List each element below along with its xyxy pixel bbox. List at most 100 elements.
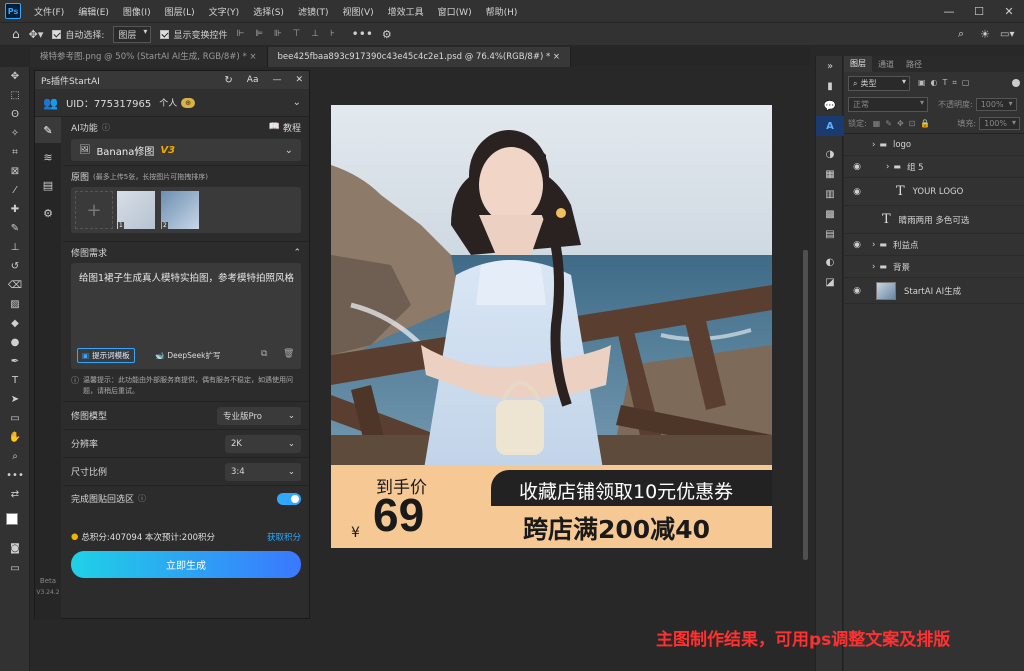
layer-row[interactable]: › ▬ logo (844, 134, 1024, 156)
screen-mode-icon[interactable]: ▭ (0, 559, 30, 578)
generate-button[interactable]: 立即生成 (71, 551, 301, 578)
edit-brush-icon[interactable]: ✎ (35, 117, 61, 143)
expand-chevron-icon[interactable]: › (872, 140, 875, 150)
shape-tool-icon[interactable]: ▭ (0, 409, 30, 428)
lasso-tool-icon[interactable]: ʘ (0, 105, 30, 124)
source-thumbnail-1[interactable]: 1 (117, 191, 155, 229)
swap-colors-icon[interactable]: ⇄ (0, 485, 30, 504)
move-tool-icon[interactable]: ✥▾ (29, 28, 44, 41)
visibility-eye-icon[interactable]: ◉ (848, 187, 866, 197)
prompt-template-button[interactable]: ▣ 提示词模板 (77, 348, 135, 363)
zoom-tool-icon[interactable]: ⌕ (0, 447, 30, 466)
menu-item[interactable]: 窗口(W) (431, 5, 479, 18)
layer-row[interactable]: › ▬ 背景 (844, 256, 1024, 278)
model-dropdown[interactable]: 专业版Pro ⌄ (217, 406, 301, 425)
info-icon[interactable]: ⓘ (102, 122, 110, 133)
startai-icon[interactable]: A (816, 116, 844, 136)
quick-mask-icon[interactable]: ◙ (0, 539, 30, 558)
marquee-tool-icon[interactable]: ⬚ (0, 86, 30, 105)
lock-icons[interactable]: ▦✎✥⊡🔒 (873, 119, 936, 128)
ratio-dropdown[interactable]: 3:4 ⌄ (225, 462, 301, 481)
menu-item[interactable]: 增效工具 (381, 5, 431, 18)
menu-item[interactable]: 编辑(E) (71, 5, 116, 18)
fill-input[interactable]: 100% (979, 117, 1020, 130)
visibility-eye-icon[interactable]: ◉ (848, 286, 866, 296)
deepseek-expand-button[interactable]: 🐋 DeepSeek扩写 (151, 348, 224, 363)
close-window-button[interactable]: ✕ (994, 0, 1024, 22)
resolution-dropdown[interactable]: 2K ⌄ (225, 434, 301, 453)
visibility-eye-icon[interactable]: ◉ (848, 240, 866, 250)
layer-row[interactable]: ◉ T YOUR LOGO (844, 178, 1024, 206)
show-transform-checkbox[interactable]: 显示变换控件 (160, 28, 227, 41)
discover-icon[interactable]: ☀ (980, 28, 990, 41)
color-swatches[interactable] (6, 513, 26, 535)
properties-icon[interactable]: ◐ (816, 252, 844, 272)
dodge-tool-icon[interactable]: ● (0, 333, 30, 352)
more-options-icon[interactable]: ••• (352, 27, 373, 41)
history-brush-icon[interactable]: ↺ (0, 257, 30, 276)
minimize-button[interactable]: — (934, 0, 964, 22)
refresh-icon[interactable]: ↻ (224, 75, 232, 86)
tutorial-icon[interactable]: 📖 (269, 122, 280, 132)
opacity-input[interactable]: 100% (975, 97, 1017, 111)
healing-brush-icon[interactable]: ✚ (0, 200, 30, 219)
type-tool-icon[interactable]: T (0, 371, 30, 390)
model-function-select[interactable]: 🖼 Banana修图 V3 ⌄ (71, 139, 301, 161)
search-icon[interactable]: ⌕ (958, 27, 964, 41)
gradient-tool-icon[interactable]: ▨ (0, 295, 30, 314)
adjustments-icon[interactable]: ◪ (816, 272, 844, 292)
tab-paths[interactable]: 路径 (900, 59, 928, 70)
auto-select-checkbox[interactable]: 自动选择: (52, 28, 104, 41)
move-tool-icon[interactable]: ✥ (0, 67, 30, 86)
layer-row[interactable]: ◉ StartAI AI生成 (844, 278, 1024, 304)
source-thumbnail-2[interactable]: 2 (161, 191, 199, 229)
eraser-tool-icon[interactable]: ⌫ (0, 276, 30, 295)
frame-tool-icon[interactable]: ⊠ (0, 162, 30, 181)
brush-tool-icon[interactable]: ✎ (0, 219, 30, 238)
paste-back-toggle[interactable] (277, 492, 301, 505)
menu-item[interactable]: 视图(V) (335, 5, 380, 18)
menu-item[interactable]: 图层(L) (158, 5, 202, 18)
menu-item[interactable]: 文件(F) (27, 5, 71, 18)
expand-chevron-icon[interactable]: › (872, 262, 875, 272)
more-tools-icon[interactable]: ••• (0, 466, 30, 485)
gradients-icon[interactable]: ▥ (816, 184, 844, 204)
pen-tool-icon[interactable]: ✒ (0, 352, 30, 371)
info-icon[interactable]: ⓘ (138, 493, 146, 504)
close-panel-icon[interactable]: ✕ (295, 75, 303, 85)
tab-layers[interactable]: 图层 (844, 56, 872, 72)
expand-chevron-icon[interactable]: › (872, 240, 875, 250)
menu-item[interactable]: 滤镜(T) (291, 5, 336, 18)
quick-select-tool-icon[interactable]: ✧ (0, 124, 30, 143)
menu-item[interactable]: 选择(S) (246, 5, 291, 18)
foreground-color[interactable] (6, 513, 18, 525)
blur-tool-icon[interactable]: ◆ (0, 314, 30, 333)
get-credits-link[interactable]: 获取积分 (267, 531, 301, 543)
filter-type-icons[interactable]: ▣◐T⌗▢ (918, 78, 975, 88)
font-size-button[interactable]: Aa (247, 75, 259, 85)
hand-tool-icon[interactable]: ✋ (0, 428, 30, 447)
requirement-textarea[interactable]: 给图1裙子生成真人模特实拍图，参考模特拍照风格 ▣ 提示词模板 🐋 DeepSeek… (71, 263, 301, 369)
libraries-icon[interactable]: ▤ (816, 224, 844, 244)
blend-mode-dropdown[interactable]: 正常 (848, 96, 928, 112)
maximize-button[interactable]: ☐ (964, 0, 994, 22)
tab-channels[interactable]: 通道 (872, 59, 900, 70)
menu-item[interactable]: 文字(Y) (202, 5, 247, 18)
patterns-icon[interactable]: ▩ (816, 204, 844, 224)
tutorial-link[interactable]: 教程 (283, 121, 301, 134)
expand-chevron-icon[interactable]: › (886, 162, 889, 172)
document-icon[interactable]: ▤ (35, 171, 61, 199)
eyedropper-tool-icon[interactable]: ⁄ (0, 181, 30, 200)
minimize-panel-icon[interactable]: — (272, 75, 281, 85)
layer-row[interactable]: ◉ › ▬ 组 5 (844, 156, 1024, 178)
stamp-tool-icon[interactable]: ⊥ (0, 238, 30, 257)
swatches-icon[interactable]: ▦ (816, 164, 844, 184)
menu-item[interactable]: 图像(I) (116, 5, 158, 18)
tab-model-reference[interactable]: 模特参考图.png @ 50% (StartAI AI生成, RGB/8#) *… (30, 47, 268, 67)
color-panel-icon[interactable]: ◑ (816, 144, 844, 164)
settings-gear-icon[interactable]: ⚙ (382, 28, 392, 41)
layers-icon[interactable]: ≋ (35, 143, 61, 171)
settings-icon[interactable]: ⚙ (35, 199, 61, 227)
align-icons[interactable]: ⊩ ⊫ ⊪ ⊤ ⊥ ⊦ (236, 29, 338, 39)
layer-row[interactable]: ◉ › ▬ 利益点 (844, 234, 1024, 256)
